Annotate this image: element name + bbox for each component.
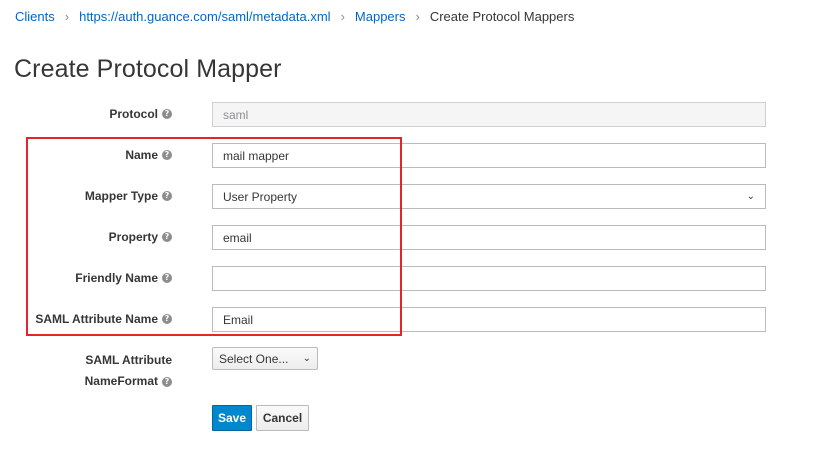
help-icon[interactable]: ?: [162, 150, 172, 160]
saml-attribute-name-label: SAML Attribute Name ?: [35, 312, 172, 326]
help-icon[interactable]: ?: [162, 191, 172, 201]
save-button[interactable]: Save: [212, 405, 252, 431]
breadcrumb-client[interactable]: https://auth.guance.com/saml/metadata.xm…: [79, 9, 330, 24]
saml-attribute-name-input[interactable]: Email: [212, 307, 766, 332]
breadcrumb-current: Create Protocol Mappers: [429, 9, 575, 24]
friendly-name-input[interactable]: [212, 266, 766, 291]
cancel-button[interactable]: Cancel: [256, 405, 309, 431]
help-icon[interactable]: ?: [162, 232, 172, 242]
mapper-type-value: User Property: [223, 189, 298, 204]
breadcrumb-clients[interactable]: Clients: [15, 9, 55, 24]
chevron-down-icon: ⌄: [302, 353, 311, 364]
property-label: Property ?: [109, 230, 172, 244]
name-label: Name ?: [125, 148, 172, 162]
mapper-type-select[interactable]: User Property ⌄: [212, 184, 766, 209]
mapper-type-label: Mapper Type ?: [85, 189, 172, 203]
protocol-field: saml: [212, 102, 766, 127]
friendly-name-label: Friendly Name ?: [75, 271, 172, 285]
protocol-label: Protocol ?: [109, 107, 172, 121]
help-icon[interactable]: ?: [162, 376, 172, 387]
page-title: Create Protocol Mapper: [14, 55, 282, 83]
saml-nameformat-label: SAML Attribute NameFormat?: [84, 353, 172, 388]
breadcrumb-separator-icon: ›: [340, 9, 345, 24]
help-icon[interactable]: ?: [162, 273, 172, 283]
saml-nameformat-value: Select One...: [219, 351, 289, 366]
property-input[interactable]: email: [212, 225, 766, 250]
help-icon[interactable]: ?: [162, 314, 172, 324]
name-input[interactable]: mail mapper: [212, 143, 766, 168]
breadcrumb: Clients › https://auth.guance.com/saml/m…: [15, 9, 574, 24]
breadcrumb-mappers[interactable]: Mappers: [355, 9, 406, 24]
breadcrumb-separator-icon: ›: [64, 9, 70, 24]
breadcrumb-separator-icon: ›: [415, 9, 420, 24]
saml-nameformat-select[interactable]: Select One... ⌄: [212, 347, 318, 370]
help-icon[interactable]: ?: [162, 109, 172, 119]
chevron-down-icon: ⌄: [746, 191, 755, 202]
